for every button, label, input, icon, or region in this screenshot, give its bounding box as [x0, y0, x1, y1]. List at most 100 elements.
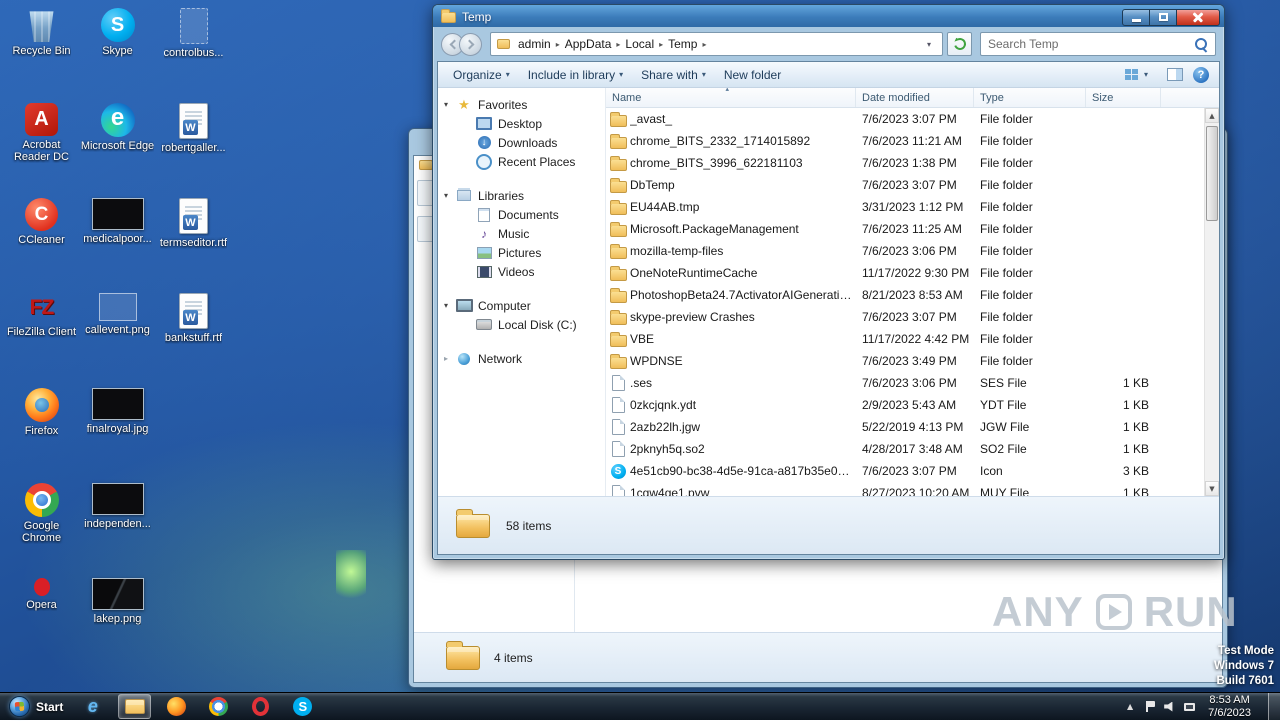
- file-row[interactable]: PhotoshopBeta24.7ActivatorAIGenerativeFi…: [606, 284, 1204, 306]
- forward-button[interactable]: [459, 33, 482, 56]
- scroll-up-button[interactable]: ▲: [1205, 108, 1219, 123]
- expander-icon[interactable]: [444, 101, 455, 109]
- search-input[interactable]: [981, 37, 1192, 51]
- column-header-date-modified[interactable]: Date modified: [856, 88, 974, 107]
- close-button[interactable]: [1176, 9, 1220, 26]
- breadcrumb-item[interactable]: Temp: [665, 37, 700, 51]
- clock[interactable]: 8:53 AM 7/6/2023: [1208, 694, 1251, 719]
- column-header-size[interactable]: Size: [1086, 88, 1161, 107]
- desktop-icon[interactable]: bankstuff.rtf: [156, 291, 231, 386]
- titlebar[interactable]: Temp: [433, 5, 1224, 27]
- desktop-icon[interactable]: Firefox: [4, 386, 79, 481]
- address-bar[interactable]: admin ▸ AppData ▸ Local ▸ Temp: [490, 32, 943, 56]
- desktop-icon[interactable]: Microsoft Edge: [80, 101, 155, 196]
- file-row[interactable]: 4e51cb90-bc38-4d5e-91ca-a817b35e0ee5.t..…: [606, 460, 1204, 482]
- scroll-down-button[interactable]: ▼: [1205, 481, 1219, 496]
- desktop-icon[interactable]: CCleaner: [4, 196, 79, 291]
- include-in-library-button[interactable]: Include in library▾: [519, 65, 632, 85]
- desktop-icon[interactable]: Opera: [4, 576, 79, 671]
- scrollbar-thumb[interactable]: [1206, 126, 1218, 221]
- hidden-icons-button[interactable]: ▲: [1124, 700, 1136, 713]
- desktop-icon[interactable]: robertgaller...: [156, 101, 231, 196]
- file-row[interactable]: OneNoteRuntimeCache 11/17/2022 9:30 PM F…: [606, 262, 1204, 284]
- network-icon[interactable]: [1184, 703, 1195, 711]
- desktop-icon[interactable]: controlbus...: [156, 6, 231, 101]
- nav-item[interactable]: Videos: [438, 262, 605, 281]
- expander-icon[interactable]: [444, 302, 455, 310]
- minimize-button[interactable]: [1122, 9, 1150, 26]
- desktop-icon[interactable]: independen...: [80, 481, 155, 576]
- file-row[interactable]: 2azb22lh.jgw 5/22/2019 4:13 PM JGW File …: [606, 416, 1204, 438]
- taskbar-app[interactable]: [202, 694, 235, 719]
- breadcrumb-separator-icon[interactable]: ▸: [700, 40, 708, 49]
- help-icon[interactable]: ?: [1193, 67, 1209, 83]
- desktop-icon[interactable]: medicalpoor...: [80, 196, 155, 291]
- file-row[interactable]: mozilla-temp-files 7/6/2023 3:06 PM File…: [606, 240, 1204, 262]
- new-folder-button[interactable]: New folder: [715, 65, 790, 85]
- breadcrumb-item[interactable]: admin: [515, 37, 554, 51]
- file-row[interactable]: 2pknyh5q.so2 4/28/2017 3:48 AM SO2 File …: [606, 438, 1204, 460]
- nav-item[interactable]: Libraries: [438, 186, 605, 205]
- file-row[interactable]: VBE 11/17/2022 4:42 PM File folder: [606, 328, 1204, 350]
- desktop-icon[interactable]: Skype: [80, 6, 155, 101]
- nav-item[interactable]: Desktop: [438, 114, 605, 133]
- file-row[interactable]: 0zkcjqnk.ydt 2/9/2023 5:43 AM YDT File 1…: [606, 394, 1204, 416]
- desktop-icon[interactable]: Google Chrome: [4, 481, 79, 576]
- taskbar-app[interactable]: [244, 694, 277, 719]
- nav-item[interactable]: Recent Places: [438, 152, 605, 171]
- file-row[interactable]: Microsoft.PackageManagement 7/6/2023 11:…: [606, 218, 1204, 240]
- maximize-button[interactable]: [1150, 9, 1176, 26]
- file-row[interactable]: chrome_BITS_3996_622181103 7/6/2023 1:38…: [606, 152, 1204, 174]
- desktop-icon[interactable]: lakep.png: [80, 576, 155, 671]
- breadcrumb-separator-icon[interactable]: ▸: [614, 40, 622, 49]
- file-row[interactable]: .ses 7/6/2023 3:06 PM SES File 1 KB: [606, 372, 1204, 394]
- volume-icon[interactable]: [1164, 702, 1175, 712]
- nav-item[interactable]: Pictures: [438, 243, 605, 262]
- nav-item[interactable]: Favorites: [438, 95, 605, 114]
- taskbar-app[interactable]: [286, 694, 319, 719]
- change-view-button[interactable]: ▾: [1116, 66, 1157, 83]
- action-center-icon[interactable]: [1145, 701, 1155, 712]
- breadcrumb-separator-icon[interactable]: ▸: [554, 40, 562, 49]
- nav-item[interactable]: Documents: [438, 205, 605, 224]
- file-row[interactable]: DbTemp 7/6/2023 3:07 PM File folder: [606, 174, 1204, 196]
- search-icon[interactable]: [1194, 37, 1208, 51]
- breadcrumb-item[interactable]: Local: [622, 37, 657, 51]
- desktop-icon[interactable]: termseditor.rtf: [156, 196, 231, 291]
- organize-button[interactable]: Organize▾: [444, 65, 519, 85]
- refresh-button[interactable]: [947, 32, 972, 56]
- desktop-icon[interactable]: finalroyal.jpg: [80, 386, 155, 481]
- desktop-icon[interactable]: Acrobat Reader DC: [4, 101, 79, 196]
- show-desktop-button[interactable]: [1268, 693, 1280, 721]
- nav-item[interactable]: Local Disk (C:): [438, 315, 605, 334]
- desktop-icon[interactable]: FileZilla Client: [4, 291, 79, 386]
- start-button[interactable]: Start: [0, 693, 72, 720]
- desktop-icon[interactable]: Recycle Bin: [4, 6, 79, 101]
- taskbar-app[interactable]: [118, 694, 151, 719]
- taskbar-app[interactable]: [76, 694, 109, 719]
- expander-icon[interactable]: [444, 355, 455, 363]
- file-date-modified: 5/22/2019 4:13 PM: [856, 420, 974, 434]
- file-row[interactable]: EU44AB.tmp 3/31/2023 1:12 PM File folder: [606, 196, 1204, 218]
- desktop-icon[interactable]: callevent.png: [80, 291, 155, 386]
- nav-item[interactable]: Network: [438, 349, 605, 368]
- expander-icon[interactable]: [444, 192, 455, 200]
- breadcrumb-item[interactable]: AppData: [562, 37, 615, 51]
- address-history-dropdown-icon[interactable]: ▾: [920, 40, 938, 49]
- folder-icon: [419, 160, 433, 170]
- nav-item[interactable]: Computer: [438, 296, 605, 315]
- file-row[interactable]: 1cgw4ge1.pvw 8/27/2023 10:20 AM MUY File…: [606, 482, 1204, 496]
- vertical-scrollbar[interactable]: ▲ ▼: [1204, 108, 1219, 496]
- file-row[interactable]: _avast_ 7/6/2023 3:07 PM File folder: [606, 108, 1204, 130]
- file-row[interactable]: skype-preview Crashes 7/6/2023 3:07 PM F…: [606, 306, 1204, 328]
- file-row[interactable]: WPDNSE 7/6/2023 3:49 PM File folder: [606, 350, 1204, 372]
- nav-item[interactable]: Music: [438, 224, 605, 243]
- preview-pane-icon[interactable]: [1167, 68, 1183, 81]
- taskbar-app[interactable]: [160, 694, 193, 719]
- breadcrumb-separator-icon[interactable]: ▸: [657, 40, 665, 49]
- column-header-type[interactable]: Type: [974, 88, 1086, 107]
- share-with-button[interactable]: Share with▾: [632, 65, 715, 85]
- nav-item[interactable]: Downloads: [438, 133, 605, 152]
- file-row[interactable]: chrome_BITS_2332_1714015892 7/6/2023 11:…: [606, 130, 1204, 152]
- column-header-name[interactable]: Name ▴: [606, 88, 856, 107]
